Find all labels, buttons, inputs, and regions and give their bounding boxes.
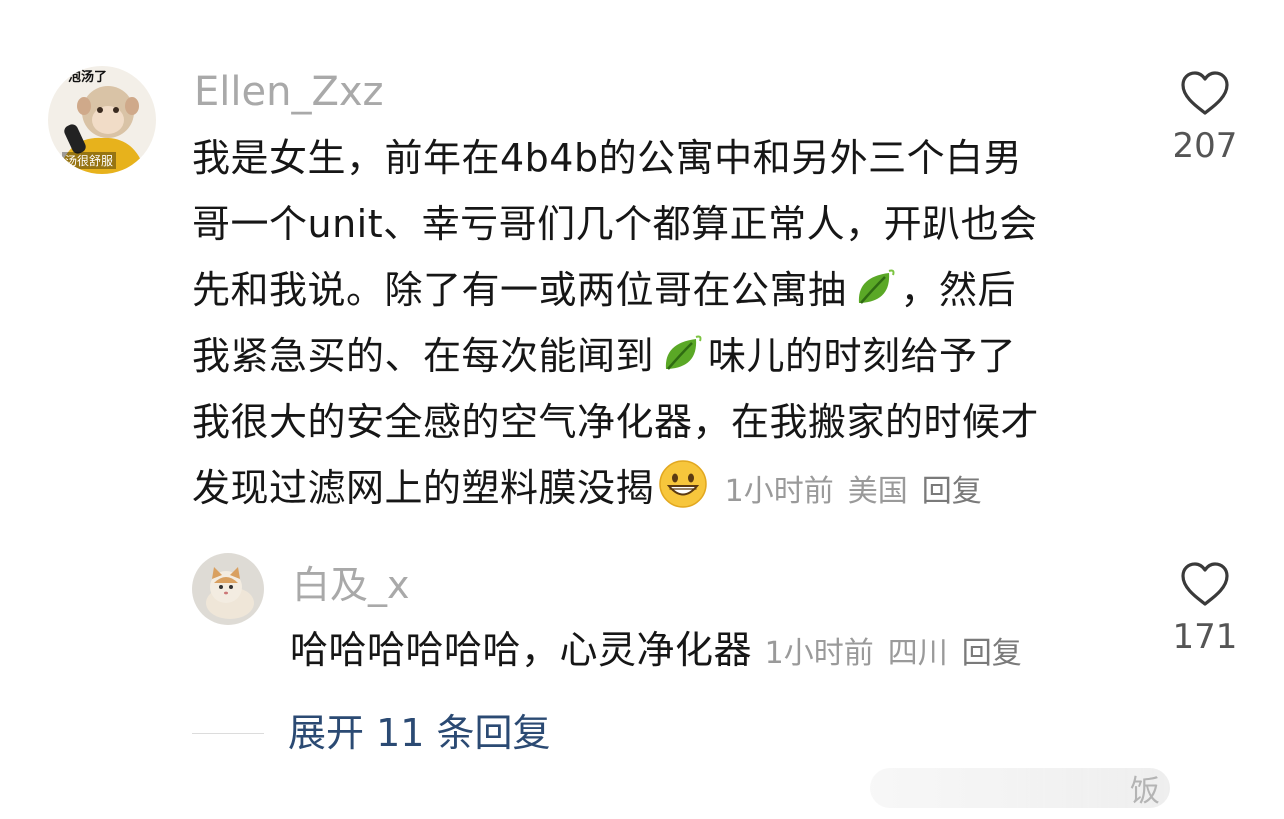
leaf-icon bbox=[851, 265, 897, 331]
reply-like-count: 171 bbox=[1172, 617, 1238, 657]
comment-line-3-a: 先和我说。除了有一或两位哥在公寓抽 bbox=[192, 268, 847, 312]
comment-line-6: 发现过滤网上的塑料膜没揭 1小时前 美国 回复 bbox=[192, 455, 1132, 521]
comment-line-4: 我紧急买的、在每次能闻到 味儿的时刻给予了 bbox=[192, 323, 1132, 389]
comment-line-2: 哥一个unit、幸亏哥们几个都算正常人，开趴也会 bbox=[192, 202, 1038, 246]
reply-line: 哈哈哈哈哈哈，心灵净化器 1小时前 四川 回复 bbox=[290, 617, 1150, 683]
comment-line-3: 先和我说。除了有一或两位哥在公寓抽 ，然后 bbox=[192, 257, 1132, 323]
grinning-face-icon bbox=[658, 459, 708, 529]
expand-replies[interactable]: 展开 11 条回复 bbox=[192, 708, 551, 758]
comment-body: 我是女生，前年在4b4b的公寓中和另外三个白男 哥一个unit、幸亏哥们几个都算… bbox=[192, 125, 1132, 521]
divider bbox=[192, 732, 264, 734]
comment-like[interactable]: 207 bbox=[1160, 70, 1250, 166]
reply-body: 哈哈哈哈哈哈，心灵净化器 1小时前 四川 回复 bbox=[290, 617, 1150, 683]
comment-meta: 1小时前 美国 回复 bbox=[725, 474, 996, 509]
watermark-text: 饭 bbox=[1130, 774, 1160, 809]
reply-text: 哈哈哈哈哈哈，心灵净化器 bbox=[290, 628, 753, 672]
comment-reply-button[interactable]: 回复 bbox=[922, 474, 982, 509]
reply-reply-button[interactable]: 回复 bbox=[962, 636, 1022, 671]
reply-location: 四川 bbox=[887, 636, 948, 671]
expand-replies-label[interactable]: 展开 11 条回复 bbox=[288, 708, 551, 758]
comment-location: 美国 bbox=[847, 474, 908, 509]
avatar[interactable]: 泡汤了 汤很舒服 bbox=[48, 66, 156, 174]
reply-avatar[interactable] bbox=[192, 553, 264, 625]
comment-line-5: 我很大的安全感的空气净化器，在我搬家的时候才 bbox=[192, 400, 1040, 444]
avatar-caption-bottom: 汤很舒服 bbox=[62, 152, 117, 169]
comment-username[interactable]: Ellen_Zxz bbox=[194, 68, 384, 116]
comment-line-6-text: 发现过滤网上的塑料膜没揭 bbox=[192, 466, 655, 510]
reply-username[interactable]: 白及_x bbox=[292, 561, 410, 609]
comment-line-3-b: ，然后 bbox=[900, 268, 1017, 312]
avatar-caption-top: 泡汤了 bbox=[68, 70, 108, 85]
watermark-bar bbox=[870, 768, 1170, 808]
comment-like-count: 207 bbox=[1172, 126, 1238, 166]
reply-time: 1小时前 bbox=[764, 636, 874, 671]
leaf-icon bbox=[658, 331, 704, 397]
reply-like[interactable]: 171 bbox=[1160, 561, 1250, 657]
comment-time: 1小时前 bbox=[724, 474, 834, 509]
heart-icon[interactable] bbox=[1179, 561, 1231, 607]
comment-line-4-a: 我紧急买的、在每次能闻到 bbox=[192, 334, 655, 378]
reply-meta: 1小时前 四川 回复 bbox=[765, 636, 1036, 671]
comment-line-4-b: 味儿的时刻给予了 bbox=[708, 334, 1017, 378]
watermark: 饭 bbox=[870, 766, 1170, 810]
heart-icon[interactable] bbox=[1179, 70, 1231, 116]
reply-avatar-image bbox=[192, 553, 264, 625]
comment-line-1: 我是女生，前年在4b4b的公寓中和另外三个白男 bbox=[192, 136, 1023, 180]
